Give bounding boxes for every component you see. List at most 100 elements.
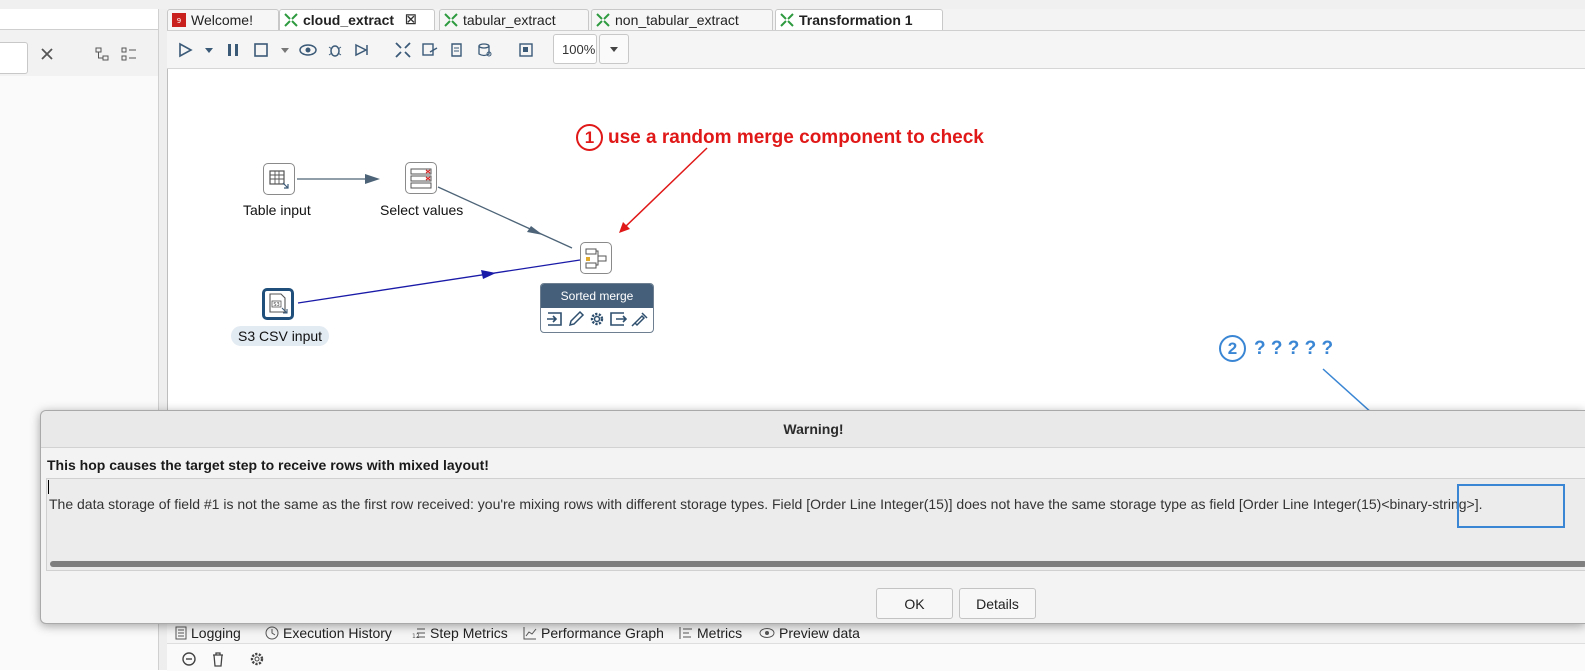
chevron-down-icon [610, 47, 618, 52]
left-panel-toolbar [0, 30, 158, 76]
tab-non-tabular-extract[interactable]: non_tabular_extract [591, 9, 773, 30]
annotation-text-1: use a random merge component to check [608, 126, 984, 148]
dialog-message-box[interactable]: The data storage of field #1 is not the … [46, 478, 1585, 571]
annotation-highlight-box [1457, 484, 1565, 528]
execution-results-toolbar [167, 643, 1585, 671]
svg-text:12: 12 [412, 633, 420, 640]
step-hover-card: Sorted merge [540, 283, 654, 333]
transformation-toolbar: 100% [167, 31, 1585, 69]
edit-icon[interactable] [567, 310, 585, 331]
warning-dialog: Warning! This hop causes the target step… [40, 410, 1585, 624]
s3-badge: S3 [273, 302, 279, 308]
tab-label: Performance Graph [541, 625, 664, 641]
select-values-label: Select values [380, 202, 464, 218]
zoom-input[interactable]: 100% [553, 34, 597, 64]
tab-label: tabular_extract [463, 12, 556, 28]
tab-label: Logging [191, 625, 241, 641]
eye-icon [759, 628, 775, 638]
debug-icon[interactable] [325, 40, 345, 60]
stop-dropdown-icon[interactable] [275, 40, 295, 60]
close-tab-icon[interactable]: ☒ [405, 12, 417, 28]
graph-icon [523, 627, 537, 640]
details-button[interactable]: Details [959, 588, 1036, 619]
tab-label: cloud_extract [303, 12, 395, 28]
metrics-icon [679, 627, 692, 639]
run-dropdown-icon[interactable] [199, 40, 219, 60]
step-metrics-icon: 12 [412, 628, 425, 640]
run-icon[interactable] [175, 40, 195, 60]
input-icon[interactable] [546, 310, 564, 331]
search-input[interactable] [0, 42, 28, 74]
replay-icon[interactable] [352, 40, 372, 60]
dialog-title: Warning! [41, 411, 1585, 448]
tab-label: Execution History [283, 625, 392, 641]
tab-step-metrics[interactable]: 12 Step Metrics [412, 623, 508, 643]
tab-metrics[interactable]: Metrics [679, 623, 742, 643]
s3-csv-input-step[interactable]: S3 [262, 288, 294, 320]
editor-tabbar: 9 Welcome! cloud_extract ☒ tabular_extra… [167, 9, 1585, 31]
horizontal-scrollbar[interactable] [50, 561, 1585, 567]
dialog-heading: This hop causes the target step to recei… [47, 457, 489, 473]
tab-performance-graph[interactable]: Performance Graph [523, 623, 664, 643]
impact-analysis-icon[interactable] [420, 40, 440, 60]
annotation-number-2: 2 [1219, 335, 1246, 362]
list-view-icon[interactable] [119, 44, 139, 64]
gear-icon[interactable] [249, 651, 265, 670]
ok-button[interactable]: OK [876, 588, 953, 619]
step-actions [541, 308, 653, 332]
tab-execution-history[interactable]: Execution History [265, 623, 392, 643]
tab-label: Welcome! [191, 12, 253, 28]
pause-icon[interactable] [223, 40, 243, 60]
tab-label: Preview data [779, 625, 860, 641]
left-panel-tabbar [0, 9, 158, 30]
transformation-icon [444, 13, 458, 27]
transformation-icon [284, 13, 298, 27]
generate-sql-icon[interactable] [447, 40, 467, 60]
tab-welcome[interactable]: 9 Welcome! [167, 9, 279, 30]
output-icon[interactable] [609, 310, 627, 331]
explore-database-icon[interactable] [475, 40, 495, 60]
preview-icon[interactable] [298, 40, 318, 60]
close-icon[interactable] [37, 44, 57, 64]
transformation-icon [596, 13, 610, 27]
show-results-icon[interactable] [516, 40, 536, 60]
s3-csv-input-label: S3 CSV input [231, 326, 330, 346]
select-values-step[interactable] [405, 162, 437, 194]
table-input-label: Table input [243, 202, 311, 218]
stop-icon[interactable] [251, 40, 271, 60]
tab-tabular-extract[interactable]: tabular_extract [439, 9, 589, 30]
welcome-icon: 9 [172, 13, 186, 27]
sorted-merge-label: Sorted merge [541, 284, 653, 308]
inject-icon[interactable] [630, 310, 648, 331]
text-caret [48, 480, 49, 494]
table-input-icon [269, 170, 289, 189]
s3-file-icon: S3 [269, 293, 288, 314]
annotation-1: 1 use a random merge component to check [576, 124, 984, 151]
sorted-merge-step[interactable] [580, 242, 612, 274]
annotation-text-2: ? ? ? ? ? [1254, 337, 1334, 359]
zoom-dropdown-button[interactable] [599, 34, 629, 64]
tab-transformation-1[interactable]: Transformation 1 [775, 9, 943, 30]
history-icon [265, 626, 279, 640]
execution-results-tabs: Logging Execution History 12 Step Metric… [167, 622, 1585, 643]
zoom-value: 100% [562, 41, 596, 57]
tab-label: Step Metrics [430, 625, 508, 641]
sorted-merge-icon [585, 248, 607, 269]
table-input-step[interactable] [263, 163, 295, 195]
tab-logging[interactable]: Logging [175, 623, 241, 643]
tab-label: Transformation 1 [799, 12, 913, 28]
tab-label: Metrics [697, 625, 743, 641]
trash-icon[interactable] [210, 651, 226, 670]
tab-cloud-extract[interactable]: cloud_extract ☒ [279, 9, 435, 30]
window-top-strip [0, 0, 1585, 9]
tab-preview-data[interactable]: Preview data [759, 623, 860, 643]
gear-icon[interactable] [588, 310, 606, 331]
collapse-icon[interactable] [181, 651, 197, 670]
transformation-icon [780, 13, 794, 27]
svg-text:9: 9 [177, 17, 181, 25]
check-transformation-icon[interactable] [393, 40, 413, 60]
annotation-2: 2 ? ? ? ? ? [1219, 335, 1333, 362]
hierarchy-icon[interactable] [92, 44, 112, 64]
logging-icon [175, 626, 187, 640]
annotation-number-1: 1 [576, 124, 603, 151]
